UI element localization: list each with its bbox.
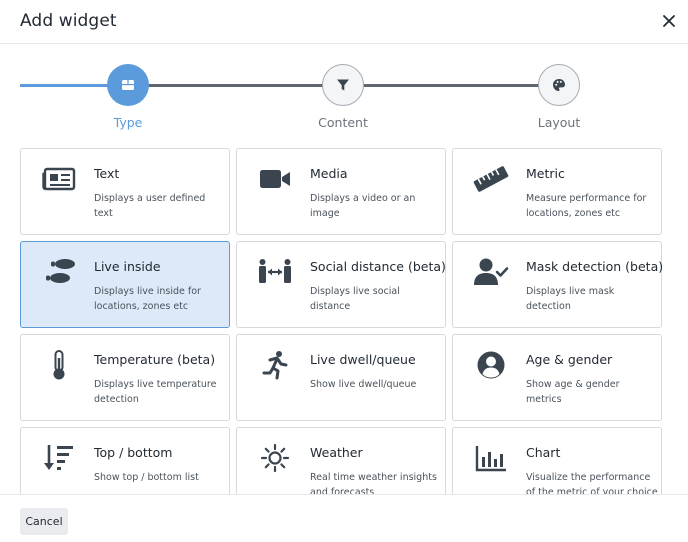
widget-title: Text [94, 166, 120, 181]
widget-description: Displays a user defined text [94, 193, 206, 219]
widget-card-live-inside[interactable]: Live inside Displays live inside for loc… [20, 241, 230, 328]
dialog-title: Add widget [20, 11, 117, 31]
step-layout[interactable] [538, 64, 580, 106]
widget-title: Top / bottom [94, 445, 173, 460]
widget-description: Displays live temperature detection [94, 379, 217, 405]
widget-description: Displays a video or an image [310, 193, 416, 219]
widget-card-metric[interactable]: Metric Measure performance for locations… [452, 148, 662, 235]
widget-card-live-dwell[interactable]: Live dwell/queue Show live dwell/queue [236, 334, 446, 421]
widget-title: Media [310, 166, 348, 181]
widget-card-media[interactable]: Media Displays a video or an image [236, 148, 446, 235]
step-content[interactable] [322, 64, 364, 106]
ruler-icon [473, 163, 509, 195]
widget-title: Live dwell/queue [310, 352, 416, 367]
step-content-label: Content [318, 115, 368, 130]
widget-card-age-gender[interactable]: Age & gender Show age & gender metrics [452, 334, 662, 421]
filter-icon [337, 79, 349, 91]
widget-title: Mask detection (beta) [526, 259, 662, 274]
widget-description: Real time weather insights and forecasts [310, 472, 437, 494]
cancel-button[interactable]: Cancel [20, 508, 68, 535]
widget-title: Metric [526, 166, 565, 181]
sort-amount-down-icon [41, 442, 77, 474]
widget-title: Live inside [94, 259, 161, 274]
widget-grid: Text Displays a user defined text Media … [20, 148, 662, 494]
widget-description: Show age & gender metrics [526, 379, 620, 405]
stepper: Type Content Layout [0, 44, 688, 144]
running-person-icon [257, 349, 293, 381]
widget-description: Displays live social distance [310, 286, 400, 312]
video-camera-icon [257, 163, 293, 195]
widget-description: Show top / bottom list [94, 472, 199, 483]
sun-icon [257, 442, 293, 474]
widget-title: Weather [310, 445, 363, 460]
newspaper-icon [41, 163, 77, 195]
palette-icon [553, 79, 565, 91]
step-type-label: Type [113, 115, 143, 130]
widget-title: Chart [526, 445, 561, 460]
widget-title: Age & gender [526, 352, 613, 367]
close-button[interactable] [660, 12, 678, 30]
widget-title: Temperature (beta) [94, 352, 216, 367]
thermometer-icon [41, 349, 77, 381]
widget-card-social-distance[interactable]: Social distance (beta) Displays live soc… [236, 241, 446, 328]
widget-description: Measure performance for locations, zones… [526, 193, 647, 219]
widget-description: Show live dwell/queue [310, 379, 417, 390]
user-circle-icon [473, 349, 509, 381]
bar-chart-icon [473, 442, 509, 474]
widget-card-chart[interactable]: Chart Visualize the performance of the m… [452, 427, 662, 494]
close-icon [663, 15, 675, 27]
widget-description: Displays live inside for locations, zone… [94, 286, 201, 312]
footprints-icon [41, 256, 77, 288]
dialog-header: Add widget [0, 0, 688, 44]
step-type[interactable] [107, 64, 149, 106]
widget-card-temperature[interactable]: Temperature (beta) Displays live tempera… [20, 334, 230, 421]
widget-description: Visualize the performance of the metric … [526, 472, 658, 494]
step-layout-label: Layout [537, 115, 581, 130]
people-arrows-icon [257, 256, 293, 288]
box-icon [122, 80, 134, 90]
widget-card-top-bottom[interactable]: Top / bottom Show top / bottom list [20, 427, 230, 494]
user-check-icon [473, 256, 509, 288]
widget-title: Social distance (beta) [310, 259, 446, 274]
widget-card-weather[interactable]: Weather Real time weather insights and f… [236, 427, 446, 494]
widget-card-text[interactable]: Text Displays a user defined text [20, 148, 230, 235]
dialog-footer: Cancel [0, 494, 688, 542]
widget-card-mask-detection[interactable]: Mask detection (beta) Displays live mask… [452, 241, 662, 328]
widget-description: Displays live mask detection [526, 286, 615, 312]
